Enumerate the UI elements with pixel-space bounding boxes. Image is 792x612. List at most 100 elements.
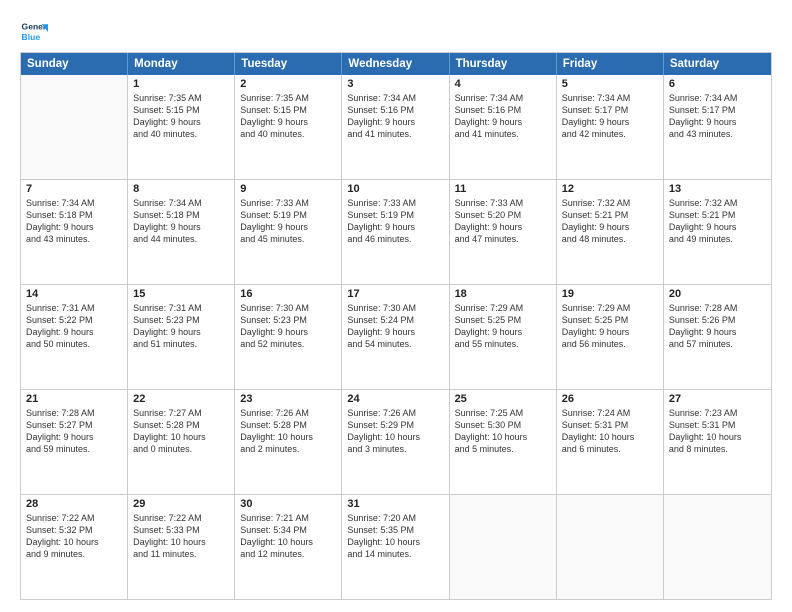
cell-info-line: Sunset: 5:33 PM <box>133 524 229 536</box>
cell-info-line: Daylight: 9 hours <box>347 326 443 338</box>
header-day-monday: Monday <box>128 53 235 75</box>
cell-info-line: Daylight: 9 hours <box>347 116 443 128</box>
cell-info-line: and 3 minutes. <box>347 443 443 455</box>
day-number: 30 <box>240 498 336 510</box>
cell-info-line: Sunset: 5:31 PM <box>562 419 658 431</box>
day-cell-6: 6Sunrise: 7:34 AMSunset: 5:17 PMDaylight… <box>664 75 771 179</box>
header-day-sunday: Sunday <box>21 53 128 75</box>
page: General Blue SundayMondayTuesdayWednesda… <box>0 0 792 612</box>
day-number: 2 <box>240 78 336 90</box>
day-cell-10: 10Sunrise: 7:33 AMSunset: 5:19 PMDayligh… <box>342 180 449 284</box>
day-number: 3 <box>347 78 443 90</box>
day-cell-3: 3Sunrise: 7:34 AMSunset: 5:16 PMDaylight… <box>342 75 449 179</box>
cell-info-line: and 54 minutes. <box>347 338 443 350</box>
day-number: 21 <box>26 393 122 405</box>
day-number: 16 <box>240 288 336 300</box>
cell-info-line: Sunset: 5:29 PM <box>347 419 443 431</box>
day-number: 27 <box>669 393 766 405</box>
cell-info-line: and 46 minutes. <box>347 233 443 245</box>
day-cell-20: 20Sunrise: 7:28 AMSunset: 5:26 PMDayligh… <box>664 285 771 389</box>
cell-info-line: Daylight: 9 hours <box>26 326 122 338</box>
cell-info-line: Sunrise: 7:33 AM <box>240 197 336 209</box>
day-cell-29: 29Sunrise: 7:22 AMSunset: 5:33 PMDayligh… <box>128 495 235 599</box>
cell-info-line: Sunset: 5:25 PM <box>562 314 658 326</box>
week-row-4: 21Sunrise: 7:28 AMSunset: 5:27 PMDayligh… <box>21 389 771 494</box>
cell-info-line: Sunrise: 7:34 AM <box>669 92 766 104</box>
cell-info-line: Daylight: 10 hours <box>240 431 336 443</box>
cell-info-line: Daylight: 9 hours <box>669 326 766 338</box>
cell-info-line: Daylight: 9 hours <box>133 326 229 338</box>
cell-info-line: Sunrise: 7:21 AM <box>240 512 336 524</box>
cell-info-line: Sunset: 5:19 PM <box>347 209 443 221</box>
day-number: 26 <box>562 393 658 405</box>
cell-info-line: and 14 minutes. <box>347 548 443 560</box>
cell-info-line: and 9 minutes. <box>26 548 122 560</box>
cell-info-line: Sunrise: 7:31 AM <box>133 302 229 314</box>
cell-info-line: Daylight: 9 hours <box>133 116 229 128</box>
cell-info-line: Sunrise: 7:33 AM <box>347 197 443 209</box>
calendar-header: SundayMondayTuesdayWednesdayThursdayFrid… <box>21 53 771 75</box>
cell-info-line: Sunset: 5:27 PM <box>26 419 122 431</box>
cell-info-line: and 40 minutes. <box>240 128 336 140</box>
cell-info-line: and 52 minutes. <box>240 338 336 350</box>
day-number: 13 <box>669 183 766 195</box>
cell-info-line: and 42 minutes. <box>562 128 658 140</box>
cell-info-line: Daylight: 9 hours <box>133 221 229 233</box>
cell-info-line: Daylight: 10 hours <box>133 431 229 443</box>
cell-info-line: and 59 minutes. <box>26 443 122 455</box>
cell-info-line: Daylight: 10 hours <box>26 536 122 548</box>
header-day-thursday: Thursday <box>450 53 557 75</box>
day-cell-28: 28Sunrise: 7:22 AMSunset: 5:32 PMDayligh… <box>21 495 128 599</box>
day-number: 10 <box>347 183 443 195</box>
cell-info-line: Daylight: 9 hours <box>26 431 122 443</box>
cell-info-line: Sunset: 5:28 PM <box>133 419 229 431</box>
cell-info-line: Daylight: 9 hours <box>562 221 658 233</box>
cell-info-line: Sunset: 5:16 PM <box>455 104 551 116</box>
cell-info-line: Sunrise: 7:34 AM <box>347 92 443 104</box>
day-number: 19 <box>562 288 658 300</box>
cell-info-line: and 56 minutes. <box>562 338 658 350</box>
cell-info-line: Sunrise: 7:34 AM <box>562 92 658 104</box>
cell-info-line: Sunrise: 7:26 AM <box>347 407 443 419</box>
cell-info-line: and 50 minutes. <box>26 338 122 350</box>
cell-info-line: Sunset: 5:23 PM <box>133 314 229 326</box>
day-number: 25 <box>455 393 551 405</box>
cell-info-line: Sunset: 5:21 PM <box>669 209 766 221</box>
cell-info-line: Sunset: 5:15 PM <box>240 104 336 116</box>
cell-info-line: Sunset: 5:35 PM <box>347 524 443 536</box>
cell-info-line: Sunset: 5:23 PM <box>240 314 336 326</box>
cell-info-line: and 40 minutes. <box>133 128 229 140</box>
header-day-friday: Friday <box>557 53 664 75</box>
cell-info-line: Sunrise: 7:34 AM <box>133 197 229 209</box>
cell-info-line: Sunrise: 7:24 AM <box>562 407 658 419</box>
week-row-1: 1Sunrise: 7:35 AMSunset: 5:15 PMDaylight… <box>21 75 771 179</box>
cell-info-line: Sunrise: 7:32 AM <box>669 197 766 209</box>
cell-info-line: Sunset: 5:26 PM <box>669 314 766 326</box>
cell-info-line: Sunrise: 7:26 AM <box>240 407 336 419</box>
day-cell-12: 12Sunrise: 7:32 AMSunset: 5:21 PMDayligh… <box>557 180 664 284</box>
cell-info-line: and 0 minutes. <box>133 443 229 455</box>
empty-cell <box>21 75 128 179</box>
header-day-tuesday: Tuesday <box>235 53 342 75</box>
cell-info-line: and 6 minutes. <box>562 443 658 455</box>
cell-info-line: Sunrise: 7:30 AM <box>347 302 443 314</box>
cell-info-line: and 11 minutes. <box>133 548 229 560</box>
week-row-3: 14Sunrise: 7:31 AMSunset: 5:22 PMDayligh… <box>21 284 771 389</box>
week-row-2: 7Sunrise: 7:34 AMSunset: 5:18 PMDaylight… <box>21 179 771 284</box>
cell-info-line: Sunset: 5:19 PM <box>240 209 336 221</box>
cell-info-line: Sunset: 5:30 PM <box>455 419 551 431</box>
cell-info-line: Daylight: 9 hours <box>562 326 658 338</box>
cell-info-line: Sunrise: 7:23 AM <box>669 407 766 419</box>
cell-info-line: Daylight: 10 hours <box>133 536 229 548</box>
cell-info-line: Daylight: 9 hours <box>240 326 336 338</box>
day-cell-22: 22Sunrise: 7:27 AMSunset: 5:28 PMDayligh… <box>128 390 235 494</box>
cell-info-line: and 43 minutes. <box>669 128 766 140</box>
day-number: 11 <box>455 183 551 195</box>
logo: General Blue <box>20 18 52 46</box>
cell-info-line: Sunrise: 7:27 AM <box>133 407 229 419</box>
cell-info-line: Sunrise: 7:34 AM <box>26 197 122 209</box>
cell-info-line: Sunset: 5:28 PM <box>240 419 336 431</box>
empty-cell <box>557 495 664 599</box>
day-cell-21: 21Sunrise: 7:28 AMSunset: 5:27 PMDayligh… <box>21 390 128 494</box>
cell-info-line: Sunset: 5:22 PM <box>26 314 122 326</box>
